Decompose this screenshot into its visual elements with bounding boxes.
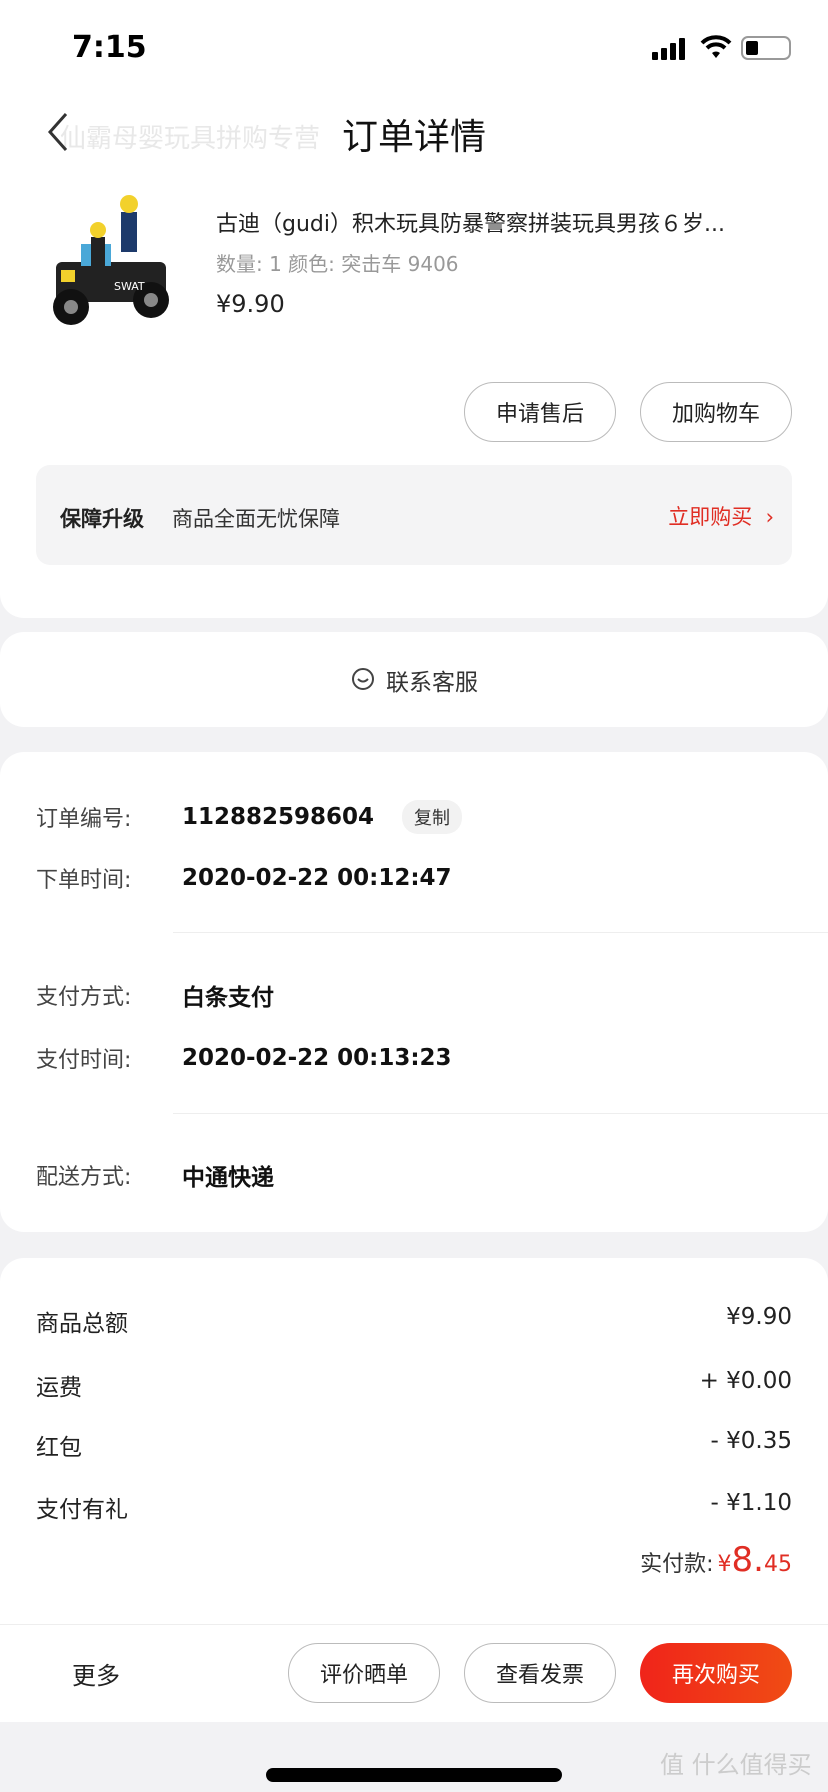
fee-value: - ¥0.35 <box>710 1428 792 1454</box>
product-name[interactable]: 古迪（gudi）积木玩具防暴警察拼装玩具男孩６岁... <box>216 206 786 238</box>
protection-buy-link[interactable]: 立即购买 › <box>668 501 774 531</box>
home-indicator[interactable] <box>266 1768 562 1782</box>
divider <box>173 1113 828 1114</box>
chevron-right-icon: › <box>765 505 774 529</box>
pay-time-label: 支付时间: <box>36 1048 132 1073</box>
protection-label: 保障升级 <box>60 507 144 531</box>
after-sale-button[interactable]: 申请售后 <box>464 382 616 442</box>
order-no-label: 订单编号: <box>36 807 132 832</box>
divider <box>173 932 828 933</box>
rebuy-button[interactable]: 再次购买 <box>640 1643 792 1703</box>
signal-icon <box>652 38 685 60</box>
pay-method-label: 支付方式: <box>36 985 132 1010</box>
chat-smile-icon <box>352 667 374 690</box>
order-time-label: 下单时间: <box>36 868 132 893</box>
product-price: ¥9.90 <box>216 290 285 318</box>
page-title: 订单详情 <box>341 117 486 158</box>
fee-label: 运费 <box>36 1375 82 1401</box>
fee-label: 商品总额 <box>36 1311 128 1337</box>
fee-label: 红包 <box>36 1435 82 1461</box>
fee-value: ¥9.90 <box>726 1304 792 1330</box>
total-paid: 实付款: ¥8. 45 <box>640 1540 792 1580</box>
total-decimal: 45 <box>764 1552 792 1577</box>
product-image[interactable]: SWAT <box>36 182 196 342</box>
more-button[interactable]: 更多 <box>72 1656 120 1691</box>
contact-service-label: 联系客服 <box>386 669 478 696</box>
battery-icon <box>741 36 791 60</box>
copy-button[interactable]: 复制 <box>402 800 463 834</box>
total-integer: 8. <box>731 1540 764 1580</box>
status-time: 7:15 <box>72 30 147 65</box>
fee-row: 商品总额 ¥9.90 <box>36 1304 792 1338</box>
order-time-value: 2020-02-22 00:12:47 <box>182 865 452 891</box>
protection-banner[interactable]: 保障升级 商品全面无忧保障 立即购买 › <box>36 465 792 565</box>
total-label: 实付款: <box>640 1552 714 1577</box>
product-image-label: SWAT <box>114 280 145 293</box>
wifi-icon <box>700 35 732 58</box>
product-spec: 数量: 1 颜色: 突击车 9406 <box>216 252 459 276</box>
protection-desc: 商品全面无忧保障 <box>172 507 340 531</box>
delivery-label: 配送方式: <box>36 1165 132 1190</box>
contact-service-button[interactable]: 联系客服 <box>0 632 828 727</box>
order-info-card: 订单编号: 112882598604 复制 下单时间: 2020-02-22 00:1… <box>0 752 828 1232</box>
fee-value: - ¥1.10 <box>710 1490 792 1516</box>
fee-row: 运费 + ¥0.00 <box>36 1368 792 1402</box>
order-no-value: 112882598604 <box>182 804 375 830</box>
delivery-value: 中通快递 <box>182 1165 274 1191</box>
fee-row: 红包 - ¥0.35 <box>36 1428 792 1462</box>
pay-method-value: 白条支付 <box>182 985 274 1011</box>
pay-time-value: 2020-02-22 00:13:23 <box>182 1045 452 1071</box>
total-currency: ¥ <box>717 1552 732 1577</box>
view-invoice-button[interactable]: 查看发票 <box>464 1643 616 1703</box>
protection-action-label: 立即购买 <box>668 505 753 529</box>
add-cart-button[interactable]: 加购物车 <box>640 382 792 442</box>
review-button[interactable]: 评价晒单 <box>288 1643 440 1703</box>
fee-value: + ¥0.00 <box>699 1368 792 1394</box>
fee-label: 支付有礼 <box>36 1497 128 1523</box>
fee-row: 支付有礼 - ¥1.10 <box>36 1490 792 1524</box>
watermark: 值 什么值得买 <box>660 1751 812 1779</box>
